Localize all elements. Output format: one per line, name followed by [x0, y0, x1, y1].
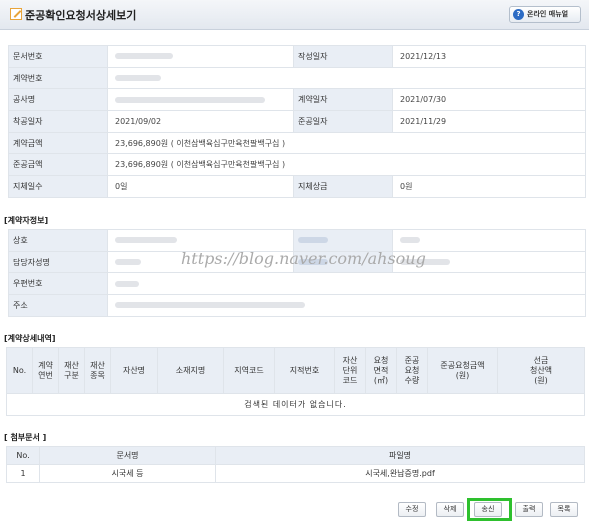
- attachments-section-title: [ 첨부문서 ]: [4, 433, 47, 442]
- representative-value: [392, 229, 586, 252]
- contract-no-value: [107, 66, 586, 90]
- delay-penalty-value: 0원: [392, 175, 586, 198]
- table-row: 계약금액 23,696,890원 ( 이천삼백육십구만육천팔백구십 ): [8, 131, 586, 155]
- column-header-2: 재산 구분: [58, 347, 85, 394]
- column-header-8: 자산 단위 코드: [334, 347, 366, 394]
- completion-date-label: 준공일자: [293, 110, 393, 133]
- table-row: 착공일자 2021/09/02 준공일자 2021/11/29: [8, 110, 586, 133]
- column-header-1: 계약 연번: [32, 347, 59, 394]
- contract-date-label: 계약일자: [293, 88, 393, 112]
- column-header-12: 선금 청산액 (원): [497, 347, 585, 394]
- blog-watermark: https://blog.naver.com/ahsoug: [181, 249, 426, 268]
- send-button-highlight: [467, 498, 512, 521]
- table-row: 우편번호: [8, 272, 586, 296]
- contractor-info-table: 상호 담당자성명 우편번호 주소: [8, 229, 586, 317]
- completion-amount-value: 23,696,890원 ( 이천삼백육십구만육천팔백구십 ): [107, 153, 586, 177]
- no-data-message: 검색된 데이터가 없습니다.: [6, 393, 585, 416]
- delay-days-value: 0일: [107, 175, 294, 198]
- table-row: 주소: [8, 294, 586, 317]
- column-header-7: 지적번호: [274, 347, 335, 394]
- attachment-file-link[interactable]: 시국세,완납증명.pdf: [215, 464, 585, 483]
- project-name-label: 공사명: [8, 88, 108, 112]
- table-row: 계약번호: [8, 66, 586, 90]
- column-header-11: 준공요청금액 (원): [427, 347, 498, 394]
- table-header-row: No. 계약 연번 재산 구분 재산 종목 자산명 소재지명 지역코드 지적번호 자산 단위 코드 요청 면적…: [6, 347, 585, 394]
- online-manual-label: 온라인 매뉴얼: [527, 10, 569, 18]
- contract-no-label: 계약번호: [8, 66, 108, 90]
- help-icon: ?: [513, 9, 524, 20]
- column-header-10: 준공 요청 수량: [396, 347, 428, 394]
- column-header-3: 재산 종목: [84, 347, 111, 394]
- table-row: 상호: [8, 229, 586, 252]
- table-row: 1 시국세 등 시국세,완납증명.pdf: [6, 464, 585, 483]
- table-row: 문서번호 작성일자 2021/12/13: [8, 45, 586, 68]
- company-name-label: 상호: [8, 229, 108, 252]
- project-name-value: [107, 88, 294, 112]
- contract-amount-value: 23,696,890원 ( 이천삼백육십구만육천팔백구십 ): [107, 131, 586, 155]
- manager-name-label: 담당자성명: [8, 250, 108, 274]
- doc-no-label: 문서번호: [8, 45, 108, 68]
- postcode-label: 우편번호: [8, 272, 108, 296]
- table-row: 검색된 데이터가 없습니다.: [6, 393, 585, 416]
- company-name-value: [107, 229, 294, 252]
- column-header-5: 소재지명: [157, 347, 224, 394]
- table-row: 공사명 계약일자 2021/07/30: [8, 88, 586, 112]
- contract-detail-table: No. 계약 연번 재산 구분 재산 종목 자산명 소재지명 지역코드 지적번호 자산 단위 코드 요청 면적…: [6, 347, 585, 416]
- table-row: 준공금액 23,696,890원 ( 이천삼백육십구만육천팔백구십 ): [8, 153, 586, 177]
- column-header-4: 자산명: [110, 347, 158, 394]
- column-header-file-name: 파일명: [215, 446, 585, 465]
- start-date-value: 2021/09/02: [107, 110, 294, 133]
- document-info-table: 문서번호 작성일자 2021/12/13 계약번호 공사명 계약일자 2021/…: [8, 45, 586, 198]
- page-title: 준공확인요청서상세보기: [25, 9, 137, 22]
- doc-no-value: [107, 45, 294, 68]
- window-titlebar: 준공확인요청서상세보기 ? 온라인 매뉴얼: [0, 0, 589, 30]
- print-button[interactable]: 출력: [515, 502, 543, 517]
- delay-penalty-label: 지체상금: [293, 175, 393, 198]
- contract-date-value: 2021/07/30: [392, 88, 586, 112]
- completion-date-value: 2021/11/29: [392, 110, 586, 133]
- column-header-6: 지역코드: [223, 347, 275, 394]
- contractor-section-title: [계약자정보]: [4, 216, 49, 225]
- list-button[interactable]: 목록: [550, 502, 578, 517]
- column-header-no: No.: [6, 446, 40, 465]
- completion-amount-label: 준공금액: [8, 153, 108, 177]
- column-header-0: No.: [6, 347, 33, 394]
- postcode-value: [107, 272, 586, 296]
- attachment-doc-name: 시국세 등: [39, 464, 216, 483]
- edit-document-icon: [10, 8, 22, 20]
- attachment-no: 1: [6, 464, 40, 483]
- representative-label-redacted: [293, 229, 393, 252]
- address-value: [107, 294, 586, 317]
- contract-detail-section-title: [계약상세내역]: [4, 334, 56, 343]
- online-manual-button[interactable]: ? 온라인 매뉴얼: [509, 6, 581, 23]
- contract-amount-label: 계약금액: [8, 131, 108, 155]
- delete-button[interactable]: 삭제: [436, 502, 464, 517]
- written-date-label: 작성일자: [293, 45, 393, 68]
- column-header-9: 요청 면적 (㎡): [365, 347, 397, 394]
- column-header-doc-name: 문서명: [39, 446, 216, 465]
- table-header-row: No. 문서명 파일명: [6, 446, 585, 465]
- written-date-value: 2021/12/13: [392, 45, 586, 68]
- edit-button[interactable]: 수정: [398, 502, 426, 517]
- address-label: 주소: [8, 294, 108, 317]
- attachments-table: No. 문서명 파일명 1 시국세 등 시국세,완납증명.pdf: [6, 446, 585, 483]
- delay-days-label: 지체일수: [8, 175, 108, 198]
- start-date-label: 착공일자: [8, 110, 108, 133]
- table-row: 지체일수 0일 지체상금 0원: [8, 175, 586, 198]
